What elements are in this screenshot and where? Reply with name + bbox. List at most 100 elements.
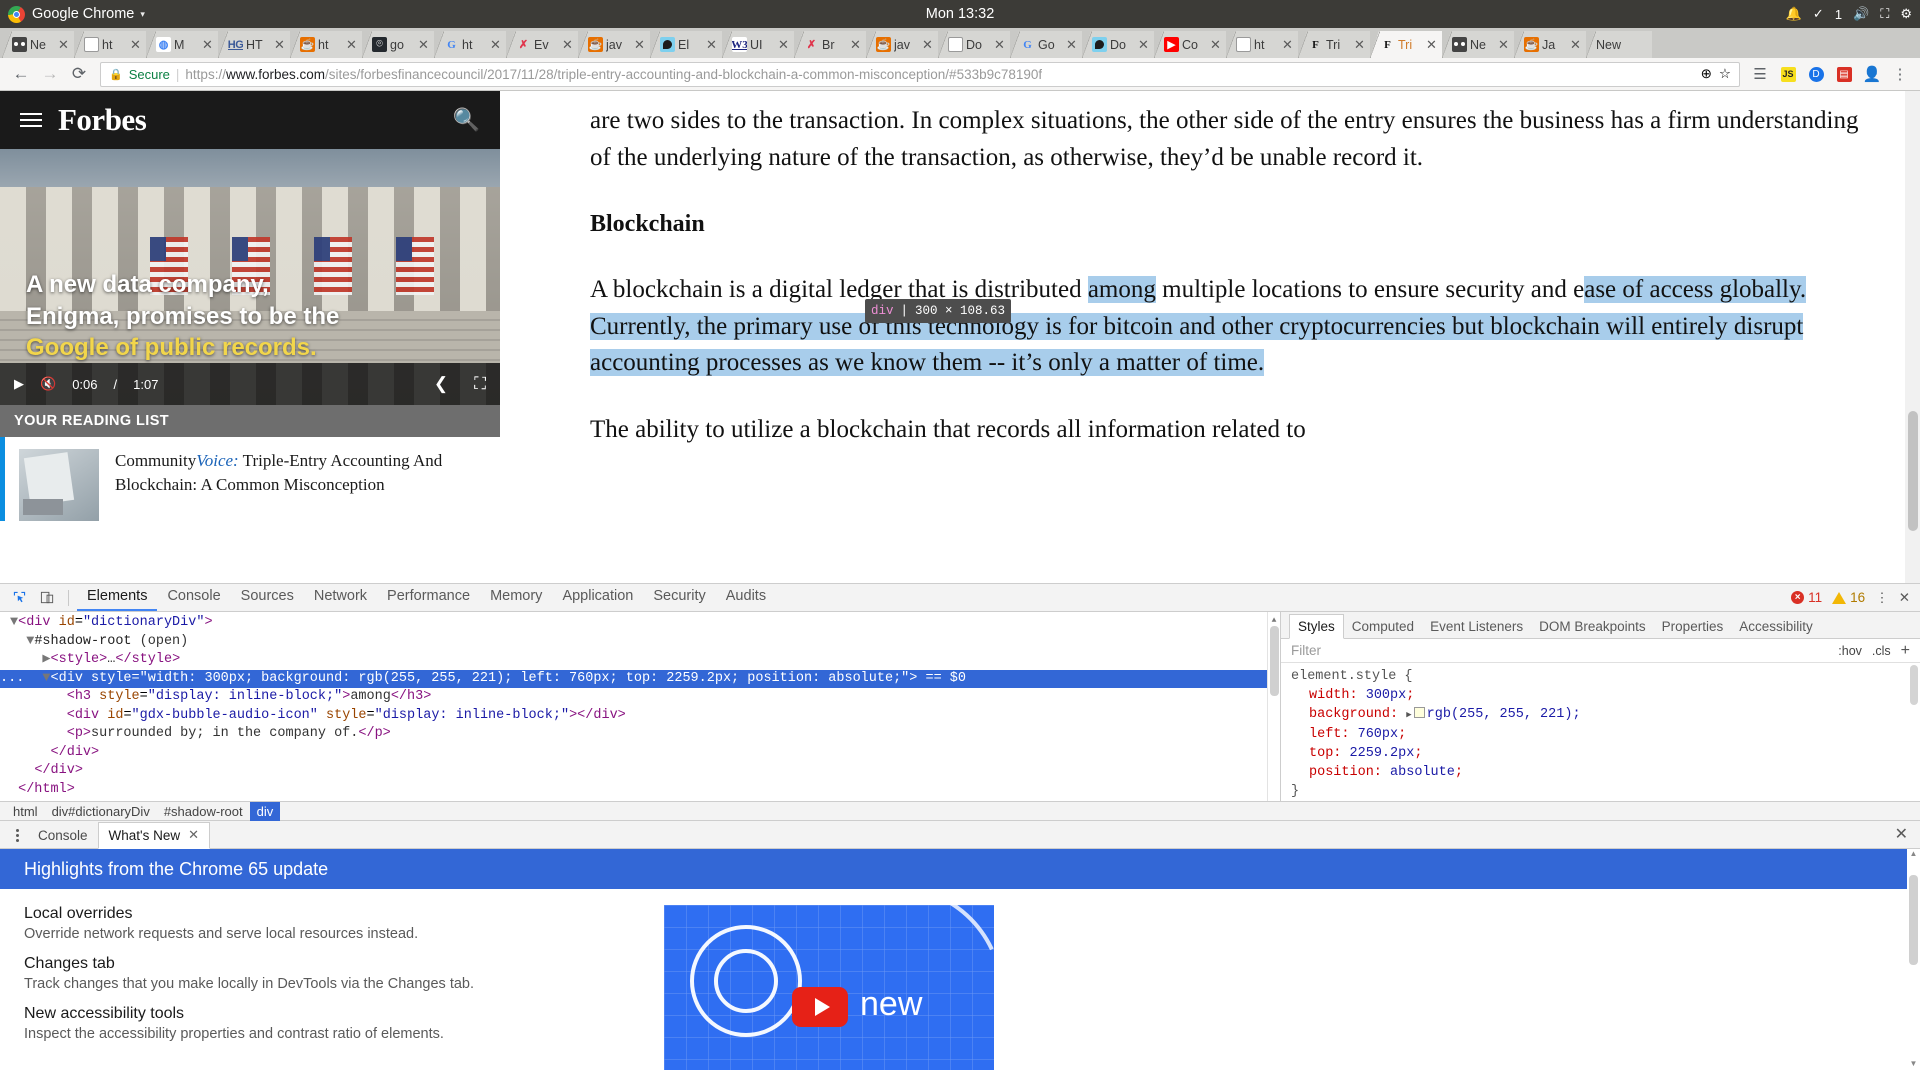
- devtools-settings-icon[interactable]: ⋮: [1875, 590, 1889, 606]
- warning-count[interactable]: 16: [1832, 590, 1865, 605]
- more-vertical-icon[interactable]: [6, 829, 28, 848]
- devtools-close-icon[interactable]: ✕: [1899, 590, 1910, 606]
- css-declaration[interactable]: width: 300px;: [1291, 686, 1920, 705]
- dom-tree-node[interactable]: ▶<style>…</style>: [0, 651, 1280, 670]
- close-icon[interactable]: ✕: [58, 38, 69, 51]
- close-icon[interactable]: ✕: [418, 38, 429, 51]
- play-button[interactable]: ▶: [14, 376, 24, 392]
- youtube-play-icon[interactable]: [792, 987, 848, 1027]
- whats-new-item[interactable]: Changes tab Track changes that you make l…: [24, 955, 624, 992]
- close-icon[interactable]: ✕: [850, 38, 861, 51]
- close-icon[interactable]: ✕: [1570, 38, 1581, 51]
- chevron-down-icon[interactable]: ▾: [140, 9, 145, 20]
- close-icon[interactable]: ✕: [706, 38, 717, 51]
- blue-extension-icon[interactable]: D: [1804, 62, 1828, 86]
- css-declaration[interactable]: background: ▶ rgb(255, 255, 221);: [1291, 705, 1920, 725]
- dom-tree-node[interactable]: </div>: [0, 762, 1280, 781]
- browser-tab[interactable]: G Go ✕: [1010, 31, 1082, 58]
- css-declaration[interactable]: position: absolute;: [1291, 763, 1920, 782]
- device-toggle-icon[interactable]: [34, 587, 60, 609]
- close-icon[interactable]: ✕: [1138, 38, 1149, 51]
- dom-tree-pane[interactable]: ▼<div id="dictionaryDiv"> ▼#shadow-root …: [0, 612, 1280, 801]
- dom-tree-node[interactable]: <div id="gdx-bubble-audio-icon" style="d…: [0, 707, 1280, 726]
- styles-scrollbar[interactable]: [1908, 663, 1920, 801]
- browser-tab[interactable]: El ✕: [650, 31, 722, 58]
- checkmark-icon[interactable]: ✓: [1813, 6, 1824, 22]
- dom-tree-node[interactable]: ... ▼<div style="width: 300px; backgroun…: [0, 669, 1280, 688]
- scroll-up-arrow[interactable]: ▲: [1907, 849, 1920, 858]
- battery-icon[interactable]: ⛶: [1880, 6, 1889, 22]
- whats-new-item[interactable]: New accessibility tools Inspect the acces…: [24, 1005, 624, 1042]
- browser-tab[interactable]: F Tri ✕: [1298, 31, 1370, 58]
- close-icon[interactable]: ✕: [188, 827, 199, 843]
- close-icon[interactable]: ✕: [274, 38, 285, 51]
- mute-icon[interactable]: 🔇: [40, 376, 56, 392]
- page-scrollbar-thumb[interactable]: [1908, 411, 1918, 531]
- breadcrumb-item[interactable]: html: [6, 802, 45, 821]
- tab-performance[interactable]: Performance: [377, 584, 480, 611]
- styles-tab-styles[interactable]: Styles: [1289, 614, 1344, 639]
- browser-tab[interactable]: W3 UI ✕: [722, 31, 794, 58]
- scroll-down-arrow[interactable]: ▼: [1907, 1059, 1920, 1068]
- zoom-icon[interactable]: ⊕: [1701, 66, 1712, 82]
- browser-tab[interactable]: HG HT ✕: [218, 31, 290, 58]
- styles-filter-input[interactable]: Filter: [1291, 643, 1828, 658]
- address-bar[interactable]: 🔒 Secure | https://www.forbes.com/sites/…: [100, 61, 1740, 87]
- cursor-inspect-icon[interactable]: [6, 587, 32, 609]
- back-button[interactable]: ←: [8, 61, 34, 87]
- cls-toggle[interactable]: .cls: [1872, 644, 1891, 658]
- bookmark-star-icon[interactable]: ☆: [1719, 66, 1731, 82]
- tab-network[interactable]: Network: [304, 584, 377, 611]
- tab-sources[interactable]: Sources: [231, 584, 304, 611]
- browser-tab[interactable]: Ne ✕: [1442, 31, 1514, 58]
- extensions-menu-icon[interactable]: ☰: [1748, 62, 1772, 86]
- close-icon[interactable]: ✕: [1498, 38, 1509, 51]
- dom-tree-node[interactable]: </div>: [0, 744, 1280, 763]
- search-icon[interactable]: 🔍: [453, 107, 480, 133]
- browser-tab[interactable]: ht ✕: [74, 31, 146, 58]
- styles-tab-dom-breakpoints[interactable]: DOM Breakpoints: [1531, 615, 1654, 638]
- close-icon[interactable]: ✕: [1066, 38, 1077, 51]
- browser-tab[interactable]: Do ✕: [1082, 31, 1154, 58]
- whats-new-scrollbar-thumb[interactable]: [1909, 875, 1918, 965]
- css-declaration[interactable]: top: 2259.2px;: [1291, 744, 1920, 763]
- dom-tree-node[interactable]: </html>: [0, 781, 1280, 800]
- avatar[interactable]: 👤: [1860, 62, 1884, 86]
- dom-tree-node[interactable]: ▼<div id="dictionaryDiv">: [0, 614, 1280, 633]
- dom-tree-node[interactable]: ▼#shadow-root (open): [0, 633, 1280, 652]
- tab-application[interactable]: Application: [552, 584, 643, 611]
- drawer-tab-what-s-new[interactable]: What's New ✕: [97, 822, 211, 849]
- color-swatch[interactable]: [1413, 707, 1425, 718]
- forward-button[interactable]: →: [37, 61, 63, 87]
- styles-tab-computed[interactable]: Computed: [1344, 615, 1422, 638]
- volume-icon[interactable]: 🔊: [1853, 6, 1869, 22]
- dom-tree-scrollbar[interactable]: ▲: [1267, 612, 1280, 801]
- styles-tab-accessibility[interactable]: Accessibility: [1731, 615, 1821, 638]
- whats-new-video-thumbnail[interactable]: new: [664, 905, 994, 1070]
- close-icon[interactable]: ✕: [1282, 38, 1293, 51]
- dom-tree-node[interactable]: <p>surrounded by; in the company of.</p>: [0, 725, 1280, 744]
- share-icon[interactable]: ❮: [434, 374, 448, 394]
- browser-tab[interactable]: ✗ Ev ✕: [506, 31, 578, 58]
- browser-tab[interactable]: ▶ Co ✕: [1154, 31, 1226, 58]
- close-icon[interactable]: ✕: [1210, 38, 1221, 51]
- whats-new-scrollbar[interactable]: ▲ ▼: [1907, 849, 1920, 1070]
- whats-new-item[interactable]: Local overrides Override network requests…: [24, 905, 624, 942]
- close-icon[interactable]: ✕: [490, 38, 501, 51]
- bell-icon[interactable]: 🔔: [1786, 6, 1802, 22]
- chrome-menu-icon[interactable]: ⋮: [1888, 62, 1912, 86]
- tab-console[interactable]: Console: [157, 584, 230, 611]
- breadcrumb-item[interactable]: div: [249, 801, 281, 821]
- browser-tab[interactable]: ✗ Br ✕: [794, 31, 866, 58]
- browser-tab[interactable]: Ne ✕: [2, 31, 74, 58]
- close-icon[interactable]: ✕: [1354, 38, 1365, 51]
- browser-tab[interactable]: ◍ M ✕: [146, 31, 218, 58]
- close-icon[interactable]: ✕: [994, 38, 1005, 51]
- breadcrumb-item[interactable]: #shadow-root: [157, 802, 250, 821]
- close-icon[interactable]: ✕: [922, 38, 933, 51]
- styles-tab-event-listeners[interactable]: Event Listeners: [1422, 615, 1531, 638]
- new-style-rule-button[interactable]: +: [1901, 642, 1910, 660]
- browser-tab[interactable]: ⌾ go ✕: [362, 31, 434, 58]
- browser-tab[interactable]: Do ✕: [938, 31, 1010, 58]
- tab-audits[interactable]: Audits: [716, 584, 776, 611]
